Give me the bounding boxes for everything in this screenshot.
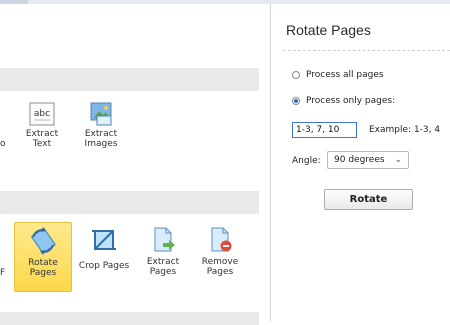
image-icon (90, 102, 112, 126)
extract-text-tool[interactable]: abc Extract Text (22, 102, 62, 149)
angle-value: 90 degrees (334, 155, 385, 165)
section-header (0, 191, 259, 214)
tool-label: Pages (29, 268, 57, 278)
radio-button[interactable] (292, 97, 300, 105)
page-arrow-icon (154, 227, 175, 252)
tool-label: Rotate (28, 258, 58, 268)
example-text: Example: 1-3, 4 (369, 125, 441, 135)
tool-label: Crop Pages (78, 261, 130, 271)
tool-label: Extract (84, 129, 118, 139)
cut-label: F (0, 268, 6, 278)
extract-images-tool[interactable]: Extract Images (80, 102, 122, 149)
tool-label: Pages (206, 267, 234, 277)
crop-icon (92, 230, 116, 250)
tool-label: Extract (25, 129, 59, 139)
chevron-down-icon: ⌄ (394, 155, 402, 165)
angle-select[interactable]: 90 degrees ⌄ (327, 151, 409, 169)
tool-label: Pages (149, 267, 177, 277)
rotate-pages-tool[interactable]: Rotate Pages (14, 222, 72, 292)
section-header (0, 312, 259, 325)
remove-pages-tool[interactable]: Remove Pages (199, 226, 241, 277)
panel-title: Rotate Pages (286, 22, 371, 38)
rotate-icon (30, 227, 56, 255)
tool-label: Text (32, 139, 52, 149)
cut-label: o (0, 139, 6, 149)
tool-label: Remove (201, 257, 239, 267)
page-remove-icon (211, 227, 232, 252)
extract-pages-tool[interactable]: Extract Pages (142, 226, 184, 277)
radio-button[interactable] (292, 71, 300, 79)
tools-area: o F abc Extract Text Extract Images Rota… (0, 4, 259, 325)
abc-text-icon: abc (29, 102, 55, 126)
rotate-pages-panel: Rotate Pages Process all pages Process o… (271, 4, 450, 321)
pages-input[interactable] (292, 122, 357, 138)
section-header (0, 68, 259, 91)
crop-pages-tool[interactable]: Crop Pages (78, 226, 130, 271)
tool-label: Images (84, 139, 118, 149)
option-label: Process all pages (306, 70, 384, 80)
angle-label: Angle: (292, 156, 321, 166)
option-label: Process only pages: (306, 96, 396, 106)
process-all-option[interactable]: Process all pages (292, 70, 384, 80)
tool-label: Extract (146, 257, 180, 267)
divider (283, 50, 450, 51)
svg-text:abc: abc (34, 109, 50, 119)
process-only-option[interactable]: Process only pages: (292, 96, 395, 106)
rotate-button[interactable]: Rotate (324, 189, 413, 210)
